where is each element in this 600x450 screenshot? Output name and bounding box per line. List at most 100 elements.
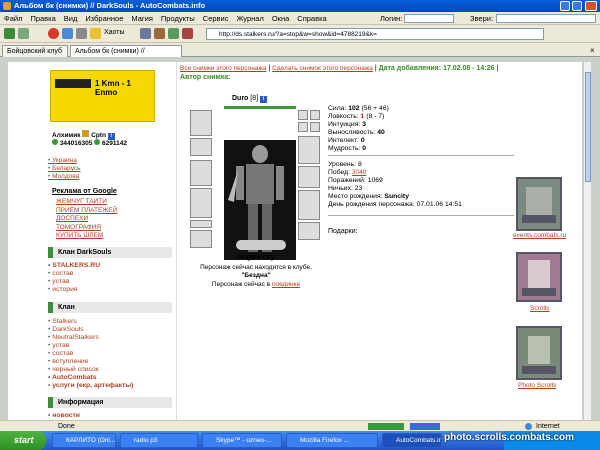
player-2[interactable]: Cptn (91, 132, 106, 139)
tab-close-icon[interactable]: × (590, 46, 595, 55)
back-icon[interactable] (4, 28, 15, 39)
photo-scrolls-promo-banner[interactable] (516, 326, 562, 380)
klan-item[interactable]: AutoCombats (48, 374, 133, 382)
taskbar-item[interactable]: КАРЛИТО (Onl... (52, 433, 116, 448)
stop-icon[interactable] (48, 28, 59, 39)
make-snapshot-link[interactable]: Сделать снимок этого персонажа (272, 65, 373, 72)
menu-help[interactable]: Справка (293, 12, 330, 25)
ring-slot-4[interactable] (310, 122, 320, 132)
events-promo-banner[interactable] (516, 177, 562, 231)
boots-slot[interactable] (298, 222, 320, 240)
amulet-slot[interactable] (190, 138, 212, 156)
ad-link[interactable]: ЖЕМЧУГ ТАИТИ (56, 198, 117, 207)
shield-slot[interactable] (298, 136, 320, 164)
zveri-field[interactable] (496, 14, 596, 23)
tab-fight-club[interactable]: Бойцовский клуб (2, 45, 68, 57)
country-moldova[interactable]: Молдова (48, 173, 81, 181)
photo-scrolls-link[interactable]: Photo Scrolls (518, 382, 556, 389)
window-title-bar[interactable]: Альбом бк (снимки) // DarkSouls - AutoCo… (0, 0, 600, 12)
ring-slot-3[interactable] (298, 122, 308, 132)
watermark-text: photo.scrolls.combats.com (444, 432, 575, 443)
page-scrollbar[interactable] (583, 62, 591, 420)
klan-ds-item[interactable]: STALKERS.RU (48, 262, 100, 270)
taskbar-item[interactable]: radio p3 (120, 433, 198, 448)
char-level: [8] (250, 95, 259, 102)
favorites-icon[interactable] (90, 28, 101, 39)
stat-pobed: Побед: 3040 (328, 169, 367, 176)
klan-item[interactable]: DarkSouls (48, 326, 133, 334)
country-belarus[interactable]: Беларусь (48, 165, 80, 173)
helmet-slot[interactable] (190, 110, 212, 136)
belt-slot[interactable] (190, 220, 212, 228)
taskbar-item[interactable]: Skype™ - uzneo-... (202, 433, 282, 448)
maximize-button[interactable] (572, 1, 582, 11)
menu-magic[interactable]: Магия (127, 12, 157, 25)
ads-title[interactable]: Реклама от Google (52, 188, 117, 195)
menu-history[interactable]: Журнал (232, 12, 267, 25)
ad-link[interactable]: ПРИЁМ ПЛАТЕЖЕЙ (56, 207, 117, 216)
forward-icon[interactable] (18, 28, 29, 39)
place-link[interactable]: поединке (272, 281, 300, 288)
klan-ds-item[interactable]: состав (48, 270, 100, 278)
tool-icon-3[interactable] (168, 28, 179, 39)
info-item[interactable]: новости (48, 412, 80, 420)
hotkey-label[interactable]: Хаоты (104, 29, 125, 36)
tab-album[interactable]: Альбом бк (снимки) // DarkSouls (70, 45, 182, 67)
location-line: Персонаж сейчас находится в клубе. (200, 264, 312, 271)
scrolls-link[interactable]: Scrolls (530, 305, 550, 312)
menu-file[interactable]: Файл (0, 12, 26, 25)
country-ukraine[interactable]: Украина (48, 157, 81, 165)
klan-item[interactable]: вступление (48, 358, 133, 366)
tool-icon-2[interactable] (154, 28, 165, 39)
menu-tools[interactable]: Сервис (199, 12, 233, 25)
info-icon[interactable]: i (260, 96, 268, 103)
minimize-button[interactable] (560, 1, 570, 11)
ad-link[interactable]: КУПИТЬ ШЛЕМ (56, 232, 117, 241)
klan-item[interactable]: устав (48, 342, 133, 350)
menu-favorites[interactable]: Избранное (81, 12, 127, 25)
stat-mudr: Мудрость: 0 (328, 145, 367, 152)
close-button[interactable] (585, 1, 597, 11)
ring-slot-1[interactable] (298, 110, 308, 120)
tool-icon-4[interactable] (182, 28, 193, 39)
klan-ds-item[interactable]: устав (48, 278, 100, 286)
earring-slot[interactable] (298, 166, 320, 188)
ad-link[interactable]: ТОМОГРАФИЯ (56, 224, 117, 233)
address-bar[interactable]: http://ds.stalkers.ru/?a=stop&w=show&id=… (206, 28, 544, 40)
section-header-klan-ds: Клан DarkSouls (48, 247, 172, 258)
all-snapshots-link[interactable]: Все снимки этого персонажа (180, 65, 266, 72)
klan-item[interactable]: Stalkers (48, 318, 133, 326)
tool-icon-1[interactable] (140, 28, 151, 39)
menu-view[interactable]: Вид (60, 12, 82, 25)
taskbar-item[interactable]: AutoCombats.info... (382, 433, 442, 448)
klan-item[interactable]: состав (48, 350, 133, 358)
start-button[interactable]: start (0, 431, 46, 450)
gifts-divider (328, 215, 514, 216)
ad-link[interactable]: ДОСПЕХИ (56, 215, 117, 224)
icq-2[interactable]: 6291142 (102, 140, 127, 147)
icq-1[interactable]: 344016305 (60, 140, 93, 147)
ring-slot-2[interactable] (310, 110, 320, 120)
player-1[interactable]: Алхимик (52, 132, 81, 139)
klan-item[interactable]: черный список (48, 366, 133, 374)
login-field[interactable] (404, 14, 454, 23)
klan-ds-item[interactable]: история (48, 286, 100, 294)
home-icon[interactable] (76, 28, 87, 39)
klan-item[interactable]: NeutralStalkers (48, 334, 133, 342)
events-link[interactable]: events.combats.ru (513, 232, 566, 239)
clan-banner[interactable]: 1 Kmn - 1 Enmo (50, 70, 155, 122)
weapon-slot[interactable] (190, 160, 212, 186)
armor-slot[interactable] (190, 188, 212, 218)
scrollbar-thumb[interactable] (585, 72, 591, 182)
refresh-icon[interactable] (62, 28, 73, 39)
menu-windows[interactable]: Окна (268, 12, 293, 25)
status-bar: Done Internet (0, 420, 600, 431)
gloves-slot[interactable] (190, 230, 212, 248)
taskbar-item[interactable]: Mozilla Firefox ... (286, 433, 378, 448)
leggings-slot[interactable] (298, 190, 320, 220)
menu-edit[interactable]: Правка (26, 12, 59, 25)
menu-products[interactable]: Продукты (157, 12, 199, 25)
klan-item[interactable]: услуги (екр, артефакты) (48, 382, 133, 390)
menu-bar: Файл Правка Вид Избранное Магия Продукты Серви… (0, 12, 600, 25)
scrolls-promo-banner[interactable] (516, 252, 562, 302)
